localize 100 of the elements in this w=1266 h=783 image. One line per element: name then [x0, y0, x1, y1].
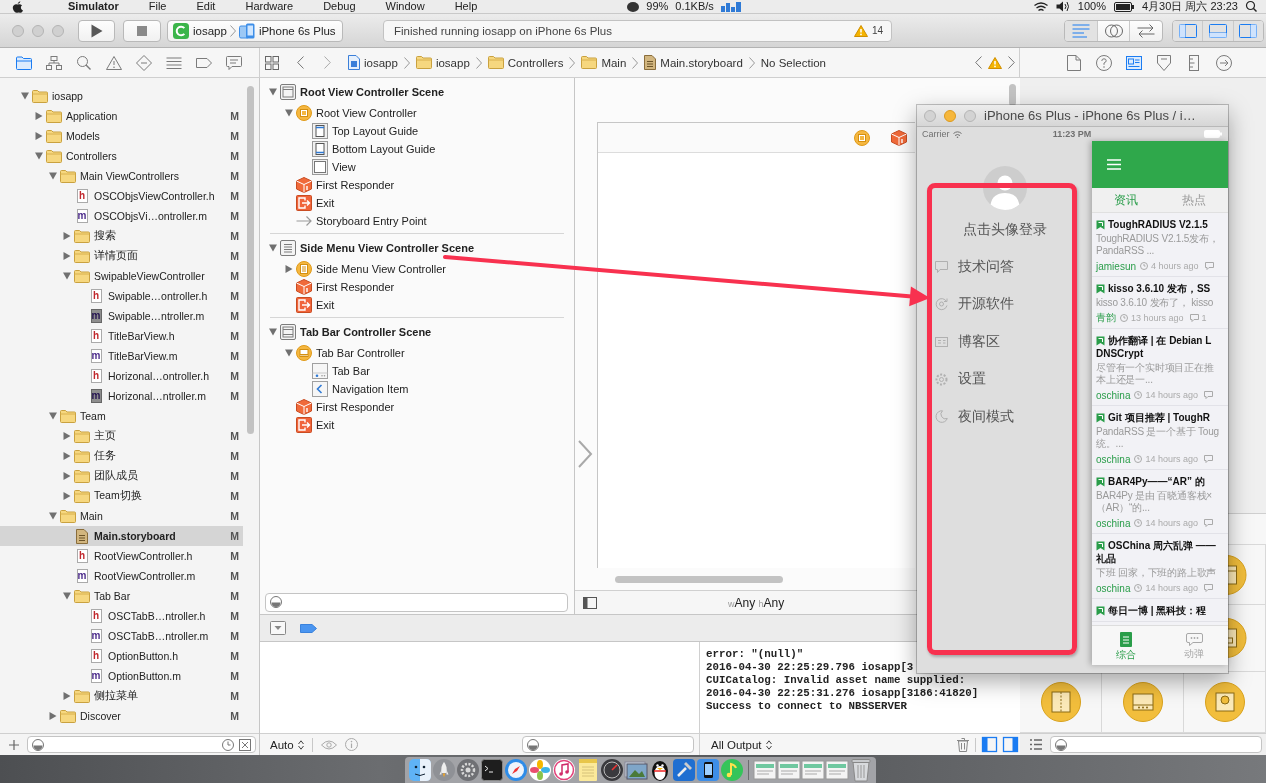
window-thumbnail-icon[interactable] — [778, 759, 800, 781]
navigator-item[interactable]: 侧拉菜单 M — [0, 686, 243, 706]
bottom-guide-icon[interactable] — [312, 141, 328, 157]
drawer-menu-item[interactable]: 博客区 — [935, 323, 1000, 361]
navigator-item[interactable]: Main.storyboard M — [0, 526, 243, 546]
outline-item[interactable]: First Responder — [316, 280, 395, 294]
framed-circle-icon[interactable] — [1204, 682, 1245, 722]
tab-controller-icon[interactable] — [296, 345, 312, 361]
filter-field[interactable] — [522, 736, 694, 753]
window-minimize-icon[interactable] — [944, 109, 956, 122]
battery-icon[interactable] — [1114, 1, 1134, 12]
menu-item[interactable]: Help — [454, 0, 478, 13]
disclosure-triangle-icon[interactable] — [49, 712, 57, 720]
filter-field[interactable] — [27, 736, 256, 753]
drawer-menu-item[interactable]: 设置 — [935, 360, 986, 398]
navigator-item[interactable]: 主页 M — [0, 426, 243, 446]
breadcrumb[interactable]: Main.storyboard — [644, 52, 743, 73]
disclosure-triangle-icon[interactable] — [49, 512, 57, 520]
navigator-item[interactable]: m RootViewController.m M — [0, 566, 243, 586]
menu-item[interactable]: Window — [385, 0, 425, 13]
disclosure-triangle-icon[interactable] — [269, 244, 277, 252]
navigator-item[interactable]: SwipableViewController M — [0, 266, 243, 286]
terminal-icon[interactable] — [481, 759, 503, 781]
exit-icon[interactable] — [296, 417, 312, 433]
navigator-item[interactable]: h Horizonal…ontroller.h M — [0, 366, 243, 386]
left-pane-icon[interactable] — [982, 737, 997, 752]
drawer-menu-item[interactable]: 开源软件 — [935, 285, 1014, 323]
outline-item[interactable]: Bottom Layout Guide — [332, 142, 436, 156]
outline-item[interactable]: First Responder — [316, 400, 395, 414]
top-guide-icon[interactable] — [312, 123, 328, 139]
disclosure-triangle-icon[interactable] — [35, 152, 43, 160]
outline-item[interactable]: Exit — [316, 196, 335, 210]
news-title[interactable]: kisso 3.6.10 发布，SS — [1108, 282, 1211, 295]
window-thumbnail-icon[interactable] — [802, 759, 824, 781]
cube-icon[interactable] — [296, 279, 312, 295]
navigator-item[interactable]: iosapp — [0, 86, 243, 106]
outline-item[interactable]: Storyboard Entry Point — [316, 214, 427, 228]
back-chevron-icon[interactable] — [312, 381, 328, 397]
window-thumbnail-icon[interactable] — [826, 759, 848, 781]
info-icon[interactable] — [344, 738, 358, 751]
warning-icon[interactable] — [988, 56, 1002, 69]
scene-title[interactable]: Root View Controller Scene — [300, 85, 445, 99]
volume-icon[interactable] — [1055, 1, 1070, 12]
disclosure-triangle-icon[interactable] — [63, 452, 71, 460]
outline-item[interactable]: First Responder — [316, 178, 395, 192]
disclosure-triangle-icon[interactable] — [285, 109, 293, 117]
scroll-thumb[interactable] — [247, 86, 254, 434]
breadcrumb[interactable]: Controllers — [487, 52, 564, 73]
navigator-item[interactable]: h TitleBarView.h M — [0, 326, 243, 346]
navigator-item[interactable]: m TitleBarView.m M — [0, 346, 243, 366]
navigator-item[interactable]: h OSCTabB…ntroller.h M — [0, 606, 243, 626]
news-title[interactable]: ToughRADIUS V2.1.5 — [1108, 218, 1208, 231]
outline-item[interactable]: Top Layout Guide — [332, 124, 419, 138]
navigator-item[interactable]: Main M — [0, 506, 243, 526]
scroll-thumb[interactable] — [1009, 84, 1016, 106]
navigator-item[interactable]: m OSCTabB…ntroller.m M — [0, 626, 243, 646]
scene-title[interactable]: Tab Bar Controller Scene — [300, 325, 432, 339]
navigator-item[interactable]: 详情页面 M — [0, 246, 243, 266]
outline-item[interactable]: Root View Controller — [316, 106, 417, 120]
navigator-item[interactable]: Controllers M — [0, 146, 243, 166]
drawer-menu-item[interactable]: 夜间模式 — [935, 398, 1014, 436]
navigator-item[interactable]: Team — [0, 406, 243, 426]
plus-icon[interactable] — [9, 739, 19, 750]
navigator-item[interactable]: Discover M — [0, 706, 243, 726]
breadcrumb[interactable]: iosapp — [415, 52, 470, 73]
panel-toggle-button[interactable] — [1233, 20, 1263, 41]
arrow-icon[interactable] — [296, 216, 312, 226]
disclosure-triangle-icon[interactable] — [63, 472, 71, 480]
cube-icon[interactable] — [891, 129, 907, 146]
music-note-icon[interactable] — [553, 759, 575, 781]
flower-icon[interactable] — [529, 759, 551, 781]
scene-title[interactable]: Side Menu View Controller Scene — [300, 241, 474, 255]
menu-icon[interactable] — [1107, 159, 1121, 170]
navigator-item[interactable]: h OptionButton.h M — [0, 646, 243, 666]
breadcrumb[interactable]: iosapp — [348, 52, 398, 73]
eye-icon[interactable] — [320, 739, 337, 750]
tab-bar-icon[interactable] — [312, 363, 328, 379]
menu-clock[interactable]: 4月30日 周六 23:23 — [1142, 0, 1238, 13]
warning-count-button[interactable]: 14 — [853, 24, 883, 37]
run-button[interactable] — [78, 19, 115, 42]
navigator-item[interactable]: 任务 M — [0, 446, 243, 466]
status-icon[interactable] — [627, 1, 640, 12]
face-icon[interactable] — [409, 759, 431, 781]
news-title[interactable]: Git 项目推荐 | ToughR — [1108, 411, 1211, 424]
trash-icon[interactable] — [957, 737, 969, 752]
navigator-item[interactable]: m OptionButton.m M — [0, 666, 243, 686]
navigator-item[interactable]: h Swipable…ontroller.h M — [0, 286, 243, 306]
news-title[interactable]: 礼品 — [1096, 552, 1116, 565]
navigator-item[interactable]: 团队成员 M — [0, 466, 243, 486]
navigator-item[interactable]: Main ViewControllers M — [0, 166, 243, 186]
next-issue-button[interactable] — [1008, 56, 1015, 69]
outline-item[interactable]: Tab Bar — [332, 364, 370, 378]
app-menu[interactable]: Simulator — [68, 0, 119, 13]
breakpoint-tag-icon[interactable] — [300, 623, 317, 633]
hammer-icon[interactable] — [673, 759, 695, 781]
outline-item[interactable]: Exit — [316, 298, 335, 312]
disclosure-triangle-icon[interactable] — [63, 692, 71, 700]
output-popup[interactable]: All Output — [711, 738, 772, 751]
filter-field[interactable] — [1050, 736, 1262, 753]
menu-item[interactable]: Debug — [323, 0, 356, 13]
